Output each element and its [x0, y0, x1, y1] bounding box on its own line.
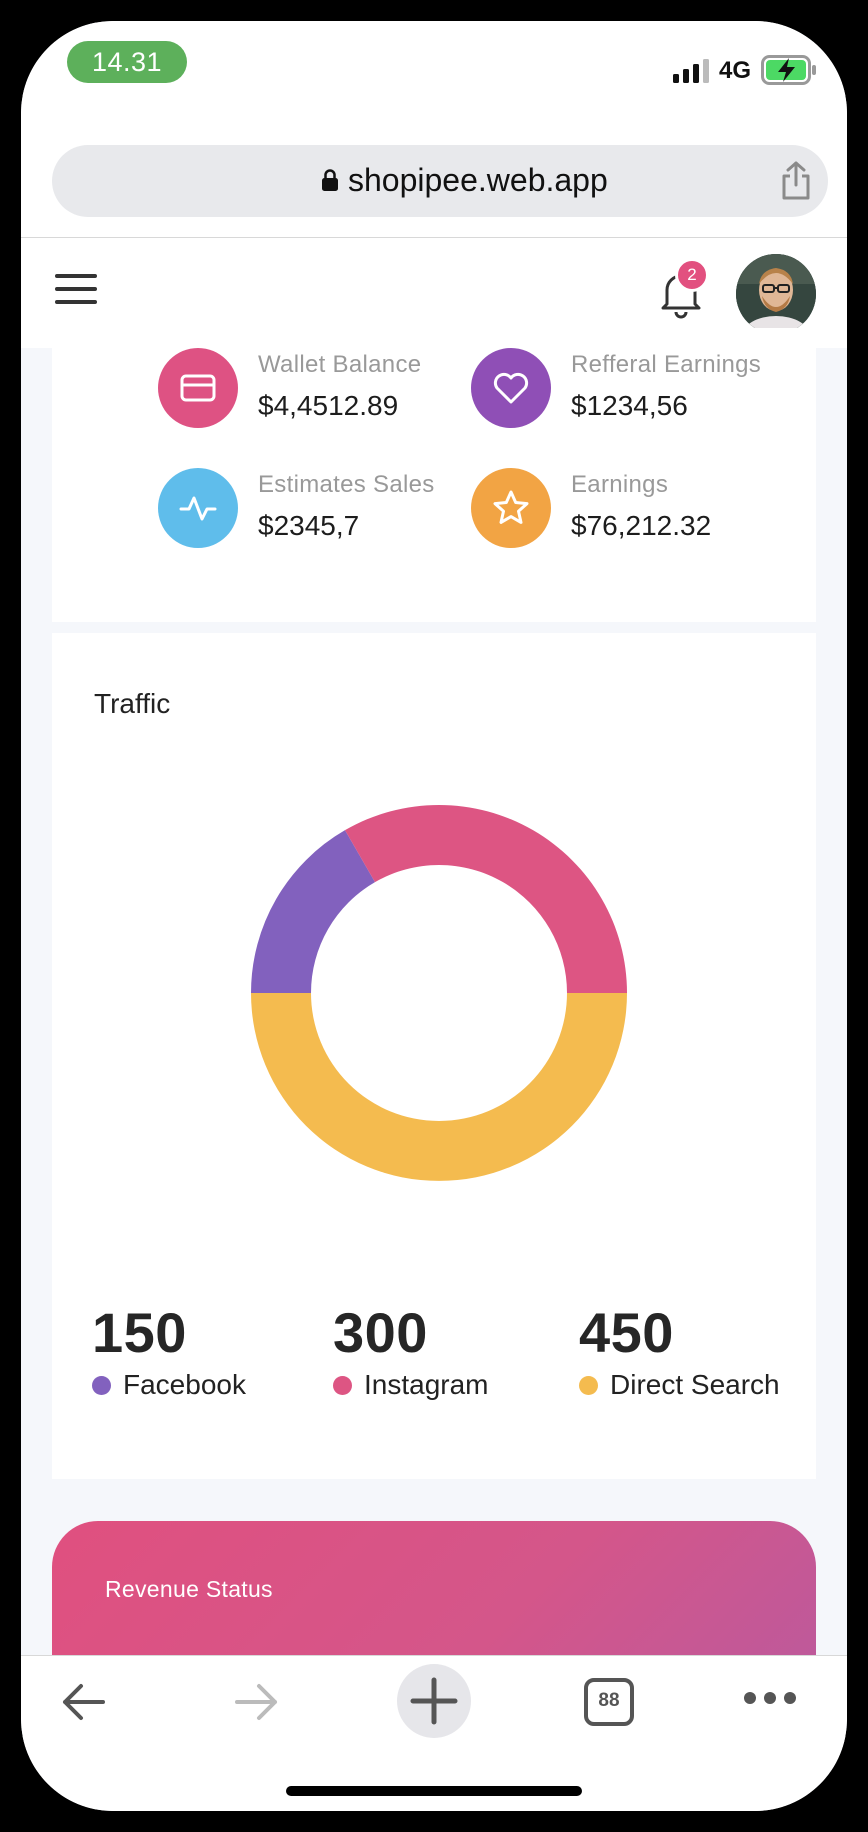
- stat-label: Refferal Earnings: [571, 351, 762, 378]
- stat-label: Earnings: [571, 471, 669, 498]
- legend-value: 450: [579, 1301, 674, 1364]
- home-indicator[interactable]: [286, 1786, 582, 1796]
- legend-value: 150: [92, 1301, 187, 1364]
- avatar-image: [736, 254, 816, 334]
- legend-label: Instagram: [364, 1369, 489, 1400]
- url-bar[interactable]: shopipee.web.app: [52, 145, 828, 217]
- stat-label: Estimates Sales: [258, 471, 435, 498]
- avatar[interactable]: [736, 254, 816, 334]
- screen: 14.31 4G shopipee.web.app 2 Wallet Balan…: [21, 21, 847, 1811]
- plus-icon: [410, 1677, 458, 1725]
- legend-label: Facebook: [123, 1369, 246, 1400]
- status-time: 14.31: [67, 41, 187, 83]
- pulse-icon: [158, 468, 238, 548]
- legend-item-facebook: 150 Facebook: [92, 1303, 246, 1401]
- legend-label: Direct Search: [610, 1369, 780, 1400]
- heart-icon: [471, 348, 551, 428]
- donut-slice-facebook: [251, 830, 375, 993]
- forward-arrow-icon[interactable]: [231, 1676, 283, 1728]
- traffic-title: Traffic: [94, 688, 171, 719]
- stat-value: $2345,7: [258, 510, 360, 541]
- donut-slice-instagram: [345, 805, 627, 993]
- status-bar: 14.31 4G: [21, 21, 847, 121]
- browser-address-area: shopipee.web.app: [21, 121, 847, 238]
- traffic-card: Traffic 150 Facebook 300 Instagram 450 D…: [52, 633, 816, 1479]
- star-icon: [471, 468, 551, 548]
- tabs-button[interactable]: 88: [584, 1678, 634, 1726]
- stat-value: $1234,56: [571, 390, 688, 421]
- tab-count: 88: [598, 1690, 620, 1711]
- share-icon[interactable]: [778, 161, 814, 201]
- donut-slice-direct-search: [251, 993, 627, 1181]
- legend-dot: [92, 1375, 111, 1395]
- traffic-donut-chart: [251, 805, 627, 1181]
- signal-icon: [673, 59, 709, 83]
- legend-value: 300: [333, 1301, 428, 1364]
- lock-icon: [322, 169, 338, 191]
- legend-item-direct-search: 450 Direct Search: [579, 1303, 780, 1401]
- legend-dot: [333, 1375, 352, 1395]
- url-text: shopipee.web.app: [348, 162, 608, 198]
- revenue-title: Revenue Status: [105, 1576, 273, 1602]
- legend-item-instagram: 300 Instagram: [333, 1303, 489, 1401]
- notification-badge: 2: [675, 258, 709, 292]
- battery-charging-icon: [761, 55, 816, 85]
- phone-frame: 14.31 4G shopipee.web.app 2 Wallet Balan…: [0, 0, 868, 1832]
- new-tab-button[interactable]: [397, 1664, 471, 1738]
- stat-label: Wallet Balance: [258, 351, 422, 378]
- network-type: 4G: [719, 57, 752, 84]
- legend-dot: [579, 1375, 598, 1395]
- menu-icon[interactable]: [55, 274, 97, 304]
- stats-card: Wallet Balance $4,4512.89 Refferal Earni…: [52, 328, 816, 622]
- stat-value: $76,212.32: [571, 510, 712, 541]
- back-arrow-icon[interactable]: [57, 1676, 109, 1728]
- card-icon: [158, 348, 238, 428]
- stat-value: $4,4512.89: [258, 390, 399, 421]
- more-icon[interactable]: [743, 1690, 797, 1706]
